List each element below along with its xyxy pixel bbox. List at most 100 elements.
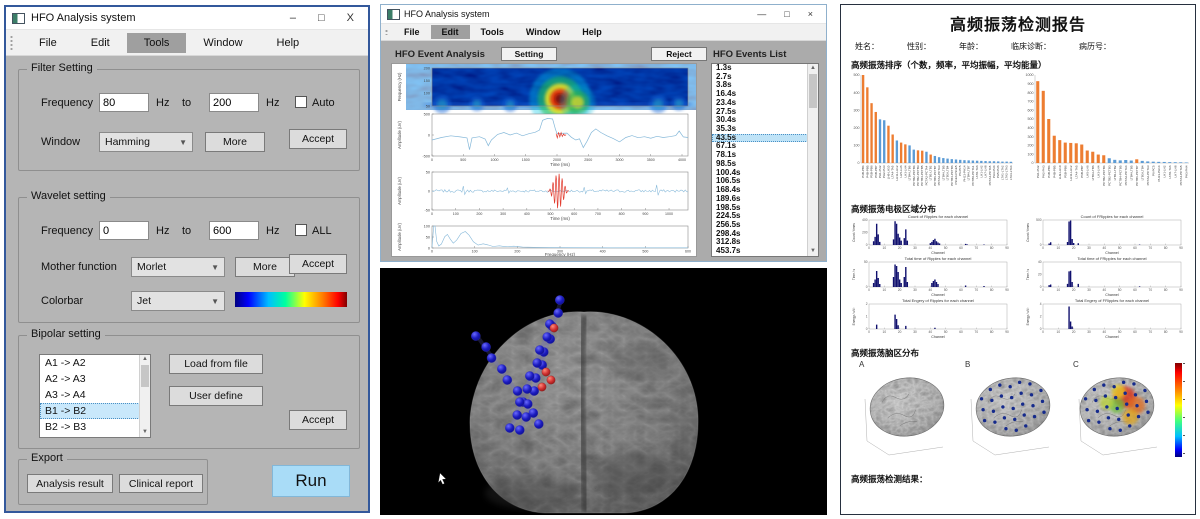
window-select-value: Hamming xyxy=(105,136,150,148)
svg-text:60: 60 xyxy=(1133,330,1137,334)
svg-text:90: 90 xyxy=(1005,330,1009,334)
svg-text:20: 20 xyxy=(898,288,902,292)
event-plots-svg: 20015010050Frequency (Hz)-5000500Amplitu… xyxy=(392,64,696,256)
svg-text:-500: -500 xyxy=(422,154,430,158)
wavelet-freq-to-input[interactable] xyxy=(209,221,259,240)
menu-item-tools[interactable]: Tools xyxy=(470,25,515,39)
menu-item-edit[interactable]: Edit xyxy=(74,33,127,53)
minimize-button[interactable]: — xyxy=(750,9,773,19)
svg-text:1000: 1000 xyxy=(1026,73,1034,77)
svg-text:Time (ms): Time (ms) xyxy=(550,162,570,167)
patient-field-label: 姓名： xyxy=(855,41,879,52)
event-analysis-label: HFO Event Analysis xyxy=(395,49,485,60)
wavelet-more-button[interactable]: More xyxy=(235,257,295,277)
menu-item-edit[interactable]: Edit xyxy=(431,25,470,39)
svg-text:1500: 1500 xyxy=(522,158,530,162)
svg-text:PH2-PH3: PH2-PH3 xyxy=(1041,165,1045,178)
scroll-up-icon[interactable]: ▲ xyxy=(808,64,818,73)
menubar-grip xyxy=(10,35,13,50)
setting-button[interactable]: Setting xyxy=(501,47,557,61)
bipolar-list-scrollbar[interactable]: ▲ ▼ xyxy=(139,355,150,437)
colorbar-select[interactable]: Jet ▼ xyxy=(131,291,225,311)
close-button[interactable]: X xyxy=(339,12,362,24)
menu-item-file[interactable]: File xyxy=(393,25,431,39)
filter-window-label: Window xyxy=(41,136,80,148)
svg-text:Channel: Channel xyxy=(931,335,945,339)
menu-item-window[interactable]: Window xyxy=(515,25,571,39)
svg-text:20: 20 xyxy=(1072,246,1076,250)
wavelet-accept-button[interactable]: Accept xyxy=(289,254,347,274)
menu-item-window[interactable]: Window xyxy=(186,33,259,53)
minimize-button[interactable]: – xyxy=(282,12,304,24)
list-item[interactable]: A3 -> A4 xyxy=(40,387,150,403)
patient-field-label: 性别： xyxy=(907,41,931,52)
brain-surface xyxy=(470,312,698,513)
app-icon xyxy=(12,13,25,24)
svg-text:Count / times: Count / times xyxy=(852,223,856,242)
list-item[interactable]: A2 -> A3 xyxy=(40,371,150,387)
run-button[interactable]: Run xyxy=(272,465,350,497)
app-icon xyxy=(387,9,400,20)
svg-text:100: 100 xyxy=(854,144,860,148)
all-checkbox[interactable] xyxy=(295,224,307,236)
filter-freq-from-input[interactable] xyxy=(99,93,149,112)
brain-thumb-b: B xyxy=(959,355,1059,465)
menu-item-help[interactable]: Help xyxy=(571,25,613,39)
reject-button[interactable]: Reject xyxy=(651,47,707,61)
maximize-button[interactable]: □ xyxy=(310,12,333,24)
left-titlebar[interactable]: HFO Analysis system – □ X xyxy=(6,7,368,29)
window-title: HFO Analysis system xyxy=(31,12,136,24)
filter-more-button[interactable]: More xyxy=(205,132,265,152)
window-select[interactable]: Hamming ▼ xyxy=(99,132,193,152)
wavelet-freq-from-input[interactable] xyxy=(99,221,149,240)
viewer-titlebar[interactable]: HFO Analysis system — □ × xyxy=(381,5,826,23)
menu-item-file[interactable]: File xyxy=(22,33,74,53)
hfo-events-list[interactable]: 1.3s2.7s3.8s16.4s23.4s27.5s30.4s35.3s43.… xyxy=(711,63,819,257)
svg-text:500: 500 xyxy=(1036,218,1042,222)
events-list-scrollbar[interactable]: ▲ ▼ xyxy=(807,64,818,256)
svg-text:0: 0 xyxy=(428,246,430,250)
maximize-button[interactable]: □ xyxy=(777,9,796,19)
scroll-down-icon[interactable]: ▼ xyxy=(808,247,818,256)
auto-checkbox[interactable] xyxy=(295,96,307,108)
clinical-report-button[interactable]: Clinical report xyxy=(119,474,203,493)
svg-text:400: 400 xyxy=(600,250,606,254)
load-from-file-button[interactable]: Load from file xyxy=(169,354,263,374)
analysis-result-button[interactable]: Analysis result xyxy=(27,474,113,493)
bipolar-channel-list[interactable]: A1 -> A2A2 -> A3A3 -> A4B1 -> B2B2 -> B3… xyxy=(39,354,151,438)
svg-text:30: 30 xyxy=(1087,330,1091,334)
wavelet-hz-label-1: Hz xyxy=(156,225,169,237)
filter-accept-button[interactable]: Accept xyxy=(289,129,347,149)
hfo-viewer-window: HFO Analysis system — □ × FileEditToolsW… xyxy=(380,4,827,262)
close-button[interactable]: × xyxy=(801,9,820,19)
svg-text:40: 40 xyxy=(1103,246,1107,250)
bipolar-accept-button[interactable]: Accept xyxy=(289,410,347,430)
svg-text:PCTA2-PCTA3: PCTA2-PCTA3 xyxy=(1146,165,1150,185)
mother-function-select[interactable]: Morlet ▼ xyxy=(131,257,225,277)
user-define-button[interactable]: User define xyxy=(169,386,263,406)
colorbar-label: Colorbar xyxy=(41,295,83,307)
filter-hz-label-2: Hz xyxy=(266,97,279,109)
scroll-up-icon[interactable]: ▲ xyxy=(140,355,150,364)
svg-text:40: 40 xyxy=(929,288,933,292)
svg-text:LTA5-TA6: LTA5-TA6 xyxy=(1168,165,1172,178)
svg-text:60: 60 xyxy=(959,330,963,334)
list-item[interactable]: B2 -> B3 xyxy=(40,419,150,435)
scroll-down-icon[interactable]: ▼ xyxy=(140,428,150,437)
brain-3d-panel[interactable] xyxy=(380,268,827,515)
menu-item-help[interactable]: Help xyxy=(260,33,317,53)
scrollbar-thumb[interactable] xyxy=(809,74,817,108)
scrollbar-thumb[interactable] xyxy=(141,365,149,387)
svg-text:70: 70 xyxy=(975,288,979,292)
list-item[interactable]: B1 -> B2 xyxy=(40,403,150,419)
svg-text:60: 60 xyxy=(1133,288,1137,292)
brain-thumb-c: C xyxy=(1067,355,1163,465)
svg-text:20: 20 xyxy=(1038,273,1042,277)
list-item[interactable]: 453.7s xyxy=(712,247,818,256)
menu-item-tools[interactable]: Tools xyxy=(127,33,187,53)
svg-text:900: 900 xyxy=(1028,82,1034,86)
svg-text:100: 100 xyxy=(453,212,459,216)
list-item[interactable]: A1 -> A2 xyxy=(40,355,150,371)
filter-freq-to-input[interactable] xyxy=(209,93,259,112)
svg-text:0: 0 xyxy=(428,133,430,137)
